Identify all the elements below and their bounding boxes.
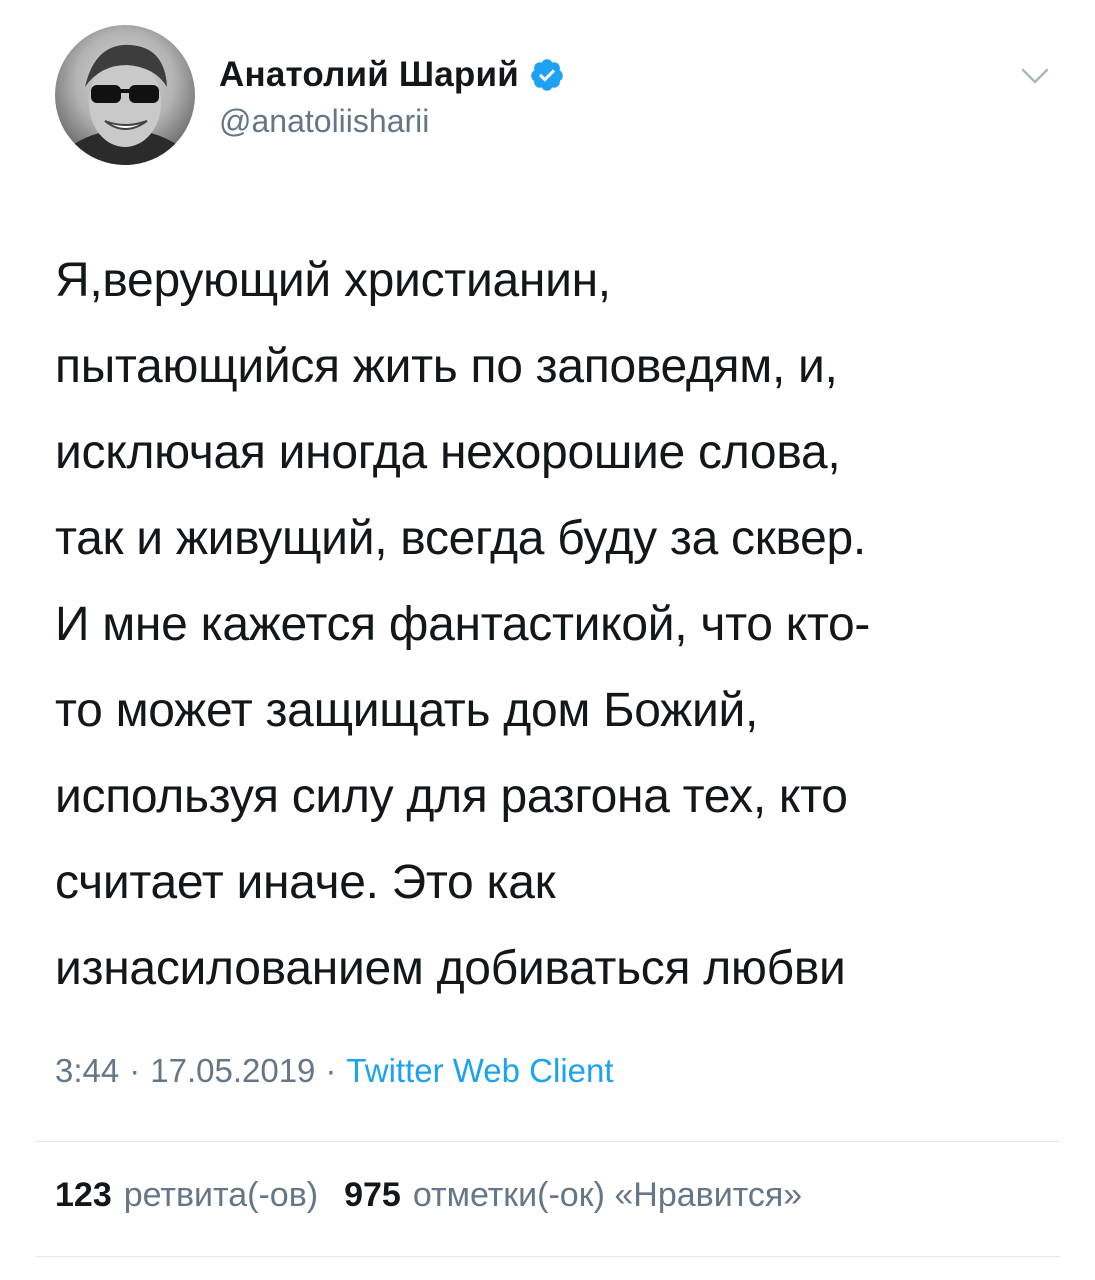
chevron-down-icon bbox=[1021, 68, 1049, 84]
divider bbox=[35, 1256, 1060, 1257]
display-name-row: Анатолий Шарий bbox=[219, 53, 565, 97]
tweet-line: считает иначе. Это как bbox=[55, 856, 556, 909]
tweet-stats: 123 ретвита(-ов) 975 отметки(-ок) «Нрави… bbox=[55, 1176, 802, 1215]
avatar[interactable] bbox=[55, 25, 195, 165]
verified-badge-icon bbox=[531, 59, 563, 91]
meta-separator: · bbox=[129, 1052, 141, 1089]
tweet-header: Анатолий Шарий @anatoliisharii bbox=[55, 25, 1055, 170]
retweets-count: 123 bbox=[55, 1176, 112, 1214]
tweet-line: так и живущий, всегда буду за сквер. bbox=[55, 512, 866, 565]
retweets-stat[interactable]: 123 ретвита(-ов) bbox=[55, 1176, 318, 1215]
tweet-line: пытающийся жить по заповедям, и, bbox=[55, 340, 838, 393]
tweet-line: Я,верующий христианин, bbox=[55, 254, 611, 307]
tweet-time[interactable]: 3:44 bbox=[55, 1052, 119, 1090]
tweet-text: Я,верующий христианин, пытающийся жить п… bbox=[55, 238, 1055, 1012]
likes-label: отметки(-ок) «Нравится» bbox=[412, 1176, 803, 1214]
tweet-meta: 3:44 · 17.05.2019 · Twitter Web Client bbox=[55, 1052, 614, 1090]
tweet-line: используя силу для разгона тех, кто bbox=[55, 770, 848, 823]
divider bbox=[35, 1141, 1060, 1142]
tweet-menu-button[interactable] bbox=[1015, 55, 1055, 95]
meta-separator: · bbox=[325, 1052, 337, 1089]
user-avatar-photo bbox=[56, 44, 194, 165]
tweet-source-link[interactable]: Twitter Web Client bbox=[346, 1052, 613, 1090]
tweet-date[interactable]: 17.05.2019 bbox=[150, 1052, 315, 1090]
author-handle[interactable]: @anatoliisharii bbox=[219, 103, 565, 140]
display-name[interactable]: Анатолий Шарий bbox=[219, 55, 519, 95]
tweet-line: то может защищать дом Божий, bbox=[55, 684, 758, 737]
author-names: Анатолий Шарий @anatoliisharii bbox=[219, 53, 565, 140]
retweets-label: ретвита(-ов) bbox=[123, 1176, 319, 1214]
tweet-line: И мне кажется фантастикой, что кто- bbox=[55, 598, 871, 651]
likes-count: 975 bbox=[344, 1176, 401, 1214]
tweet-line: исключая иногда нехорошие слова, bbox=[55, 426, 841, 479]
likes-stat[interactable]: 975 отметки(-ок) «Нравится» bbox=[344, 1176, 802, 1215]
tweet-line: изнасилованием добиваться любви bbox=[55, 942, 846, 995]
